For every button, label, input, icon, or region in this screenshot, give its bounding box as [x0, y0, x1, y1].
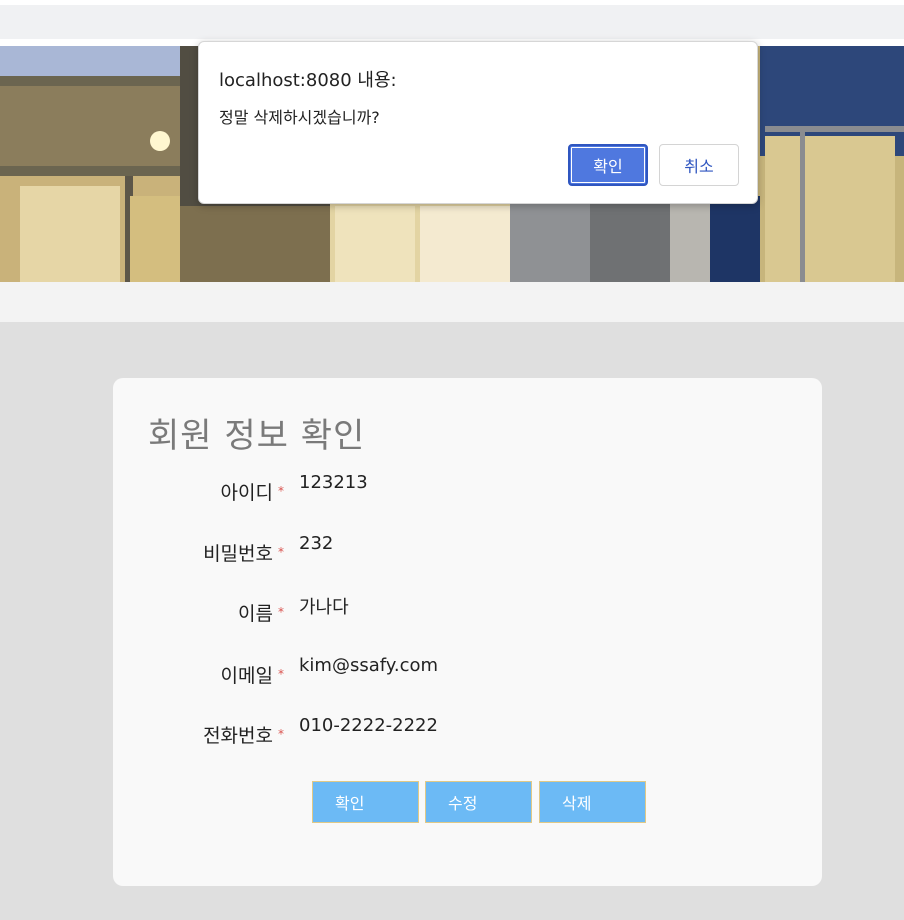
top-bar: [0, 0, 904, 46]
field-label-phone: 전화번호: [203, 725, 273, 747]
banner-bottom-band: [0, 282, 904, 322]
delete-button[interactable]: 삭제: [539, 781, 646, 823]
field-row-id: 아이디 * 123213: [113, 472, 822, 508]
page-title: 회원 정보 확인: [148, 416, 366, 456]
field-row-email: 이메일 * kim@ssafy.com: [113, 655, 822, 691]
field-value-name: 가나다: [299, 597, 349, 618]
field-label-name: 이름: [238, 603, 273, 625]
field-label-email: 이메일: [220, 665, 273, 687]
top-bar-strip: [0, 5, 904, 39]
field-row-phone: 전화번호 * 010-2222-2222: [113, 715, 822, 751]
field-value-email: kim@ssafy.com: [299, 655, 439, 676]
member-info-card: 회원 정보 확인 아이디 * 123213 비밀번호 * 232 이름 * 가나…: [113, 378, 822, 886]
field-value-id: 123213: [299, 472, 368, 493]
required-mark: *: [278, 667, 284, 681]
required-mark: *: [278, 545, 284, 559]
field-label-password: 비밀번호: [203, 543, 273, 565]
dialog-title: localhost:8080 내용:: [219, 70, 397, 91]
dialog-cancel-button[interactable]: 취소: [659, 144, 739, 186]
edit-button[interactable]: 수정: [425, 781, 532, 823]
required-mark: *: [278, 605, 284, 619]
field-label-id: 아이디: [220, 482, 273, 504]
dialog-message: 정말 삭제하시겠습니까?: [219, 108, 380, 127]
confirm-dialog: localhost:8080 내용: 정말 삭제하시겠습니까? 확인 취소: [198, 41, 758, 204]
required-mark: *: [278, 727, 284, 741]
dialog-ok-button[interactable]: 확인: [568, 144, 648, 186]
field-row-password: 비밀번호 * 232: [113, 533, 822, 569]
field-row-name: 이름 * 가나다: [113, 597, 822, 629]
field-value-password: 232: [299, 533, 334, 554]
confirm-button[interactable]: 확인: [312, 781, 419, 823]
required-mark: *: [278, 484, 284, 498]
field-value-phone: 010-2222-2222: [299, 715, 438, 736]
